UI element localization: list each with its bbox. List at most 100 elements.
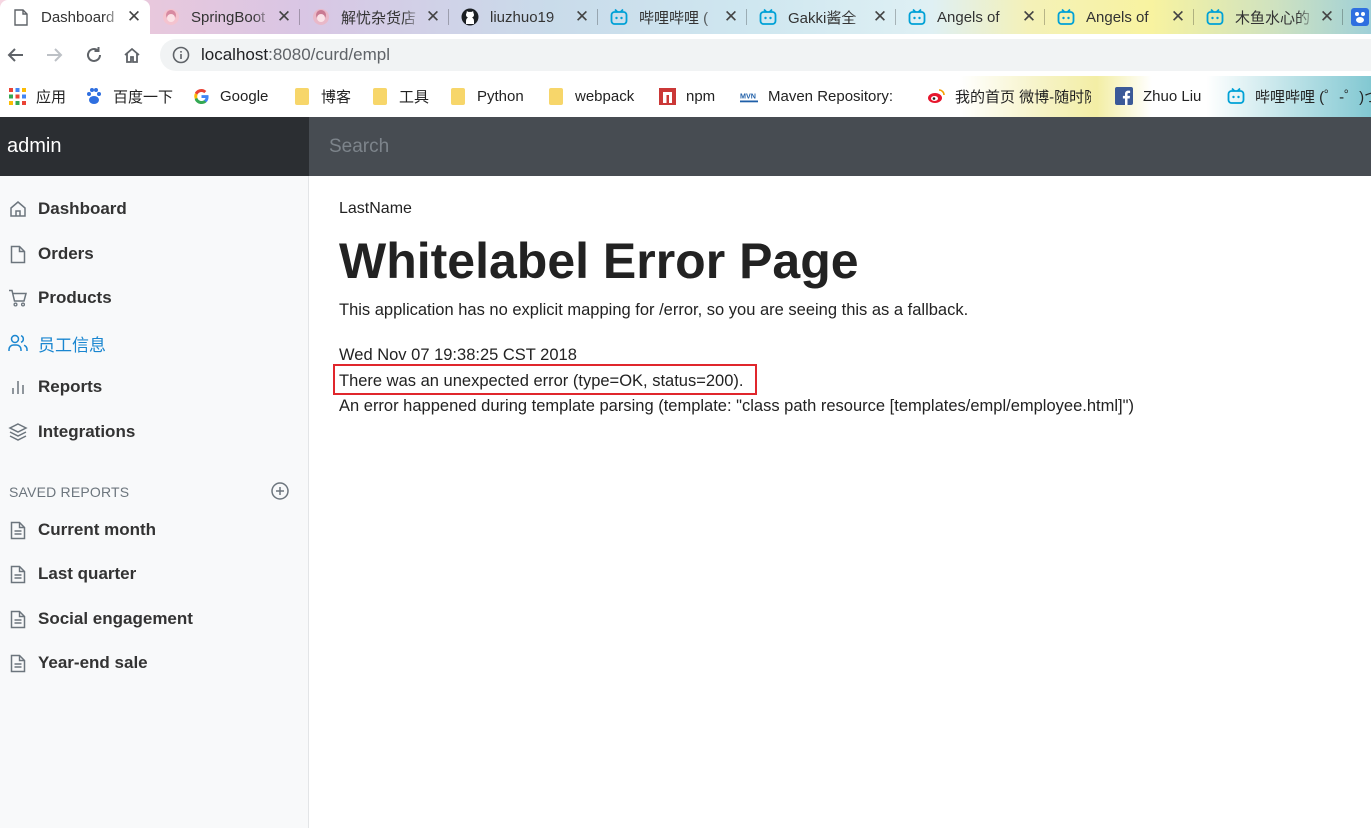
- baidu-icon: [1351, 8, 1369, 26]
- file-text-icon: [8, 609, 28, 629]
- file-icon: [8, 244, 28, 264]
- bookmark-label: Google: [220, 87, 269, 105]
- tab-muyu[interactable]: 木鱼水心的 ✕: [1194, 0, 1343, 34]
- tab-title: Angels of: [1086, 8, 1149, 26]
- weibo-icon: [927, 87, 945, 105]
- bookmark-label: 工具: [399, 88, 430, 106]
- close-tab-icon[interactable]: ✕: [124, 7, 144, 27]
- sidebar-item-reports[interactable]: Reports: [0, 367, 308, 407]
- npm-icon: [658, 87, 676, 105]
- tab-angels-1[interactable]: Angels of ✕: [896, 0, 1045, 34]
- bookmark-baidu[interactable]: 百度一下: [85, 84, 173, 108]
- facebook-icon: [1115, 87, 1133, 105]
- close-tab-icon[interactable]: ✕: [870, 7, 890, 27]
- arrow-right-icon: [47, 48, 63, 62]
- sidebar-item-current-month[interactable]: Current month: [0, 510, 308, 550]
- sidebar: Dashboard Orders Products 员工信息 Reports I…: [0, 176, 309, 828]
- google-icon: [192, 87, 210, 105]
- tab-title: SpringBoot: [191, 8, 266, 26]
- close-tab-icon[interactable]: ✕: [572, 7, 592, 27]
- bookmark-google[interactable]: Google: [192, 84, 268, 108]
- tab-title: Angels of: [937, 8, 1000, 26]
- bookmark-folder-blog[interactable]: 博客: [293, 84, 351, 108]
- forward-button[interactable]: [42, 43, 66, 67]
- sidebar-item-integrations[interactable]: Integrations: [0, 412, 308, 452]
- close-tab-icon[interactable]: ✕: [1317, 7, 1337, 27]
- browser-toolbar: localhost:8080/curd/empl: [0, 34, 1371, 76]
- users-icon: [8, 333, 28, 353]
- bookmark-npm[interactable]: npm: [658, 84, 715, 108]
- bar-chart-icon: [8, 377, 28, 397]
- bookmark-folder-python[interactable]: Python: [449, 84, 524, 108]
- sidebar-item-label: Dashboard: [38, 199, 127, 218]
- home-icon: [124, 47, 140, 63]
- plus-circle-icon: [271, 482, 289, 500]
- tab-title: 木鱼水心的: [1235, 9, 1311, 27]
- reload-button[interactable]: [82, 43, 106, 67]
- close-tab-icon[interactable]: ✕: [423, 7, 443, 27]
- bookmark-label: npm: [686, 87, 716, 105]
- sidebar-item-employees[interactable]: 员工信息: [0, 323, 308, 363]
- bookmark-facebook[interactable]: Zhuo Liu: [1115, 84, 1201, 108]
- sidebar-item-label: Last quarter: [38, 564, 137, 583]
- url-text[interactable]: localhost:8080/curd/empl: [201, 45, 390, 65]
- tab-gakki[interactable]: Gakki酱全 ✕: [747, 0, 896, 34]
- github-icon: [461, 8, 479, 26]
- bilibili-icon: [1057, 8, 1075, 26]
- tab-title: Gakki酱全: [788, 9, 857, 27]
- bookmark-apps[interactable]: 应用: [8, 84, 66, 108]
- folder-icon: [449, 87, 467, 105]
- sidebar-item-label: Integrations: [38, 422, 136, 441]
- bookmark-weibo[interactable]: 我的首页 微博-随时随: [927, 84, 1091, 108]
- bilibili-icon: [1206, 8, 1224, 26]
- anime-avatar-icon: [312, 8, 330, 26]
- sidebar-item-year-end-sale[interactable]: Year-end sale: [0, 643, 308, 683]
- tab-springboot[interactable]: SpringBoot ✕: [150, 0, 300, 34]
- folder-icon: [547, 87, 565, 105]
- bookmark-bilibili[interactable]: 哔哩哔哩 (゜-゜)つ: [1227, 84, 1371, 108]
- bookmark-folder-tools[interactable]: 工具: [371, 84, 429, 108]
- tab-dashboard[interactable]: Dashboard ✕: [0, 0, 150, 34]
- close-tab-icon[interactable]: ✕: [1168, 7, 1188, 27]
- svg-text:MVN: MVN: [740, 92, 756, 101]
- column-label: LastName: [339, 200, 412, 217]
- tab-title: 哔哩哔哩 (: [639, 9, 709, 27]
- address-bar[interactable]: localhost:8080/curd/empl: [160, 39, 1371, 71]
- file-text-icon: [8, 564, 28, 584]
- tab-jieyou[interactable]: 解忧杂货店 ✕: [300, 0, 449, 34]
- tab-bilibili[interactable]: 哔哩哔哩 ( ✕: [598, 0, 747, 34]
- bookmark-label: 哔哩哔哩 (゜-゜)つ: [1255, 88, 1371, 106]
- close-tab-icon[interactable]: ✕: [721, 7, 741, 27]
- search-input[interactable]: [309, 117, 1371, 176]
- bookmark-label: 博客: [321, 88, 352, 106]
- bookmark-label: Python: [477, 87, 524, 105]
- brand-title[interactable]: admin: [0, 117, 309, 176]
- close-tab-icon[interactable]: ✕: [1019, 7, 1039, 27]
- error-detail: An error happened during template parsin…: [339, 397, 1134, 415]
- home-button[interactable]: [120, 43, 144, 67]
- bookmark-label: 应用: [36, 88, 67, 106]
- sidebar-item-dashboard[interactable]: Dashboard: [0, 189, 308, 229]
- sidebar-item-orders[interactable]: Orders: [0, 234, 308, 274]
- highlight-box: [333, 364, 757, 395]
- tab-overflow[interactable]: [1343, 0, 1371, 34]
- add-report-button[interactable]: [270, 481, 290, 501]
- bilibili-icon: [908, 8, 926, 26]
- bookmark-folder-webpack[interactable]: webpack: [547, 84, 634, 108]
- close-tab-icon[interactable]: ✕: [274, 7, 294, 27]
- bookmark-label: 百度一下: [113, 88, 174, 106]
- layers-icon: [8, 422, 28, 442]
- tab-angels-2[interactable]: Angels of ✕: [1045, 0, 1194, 34]
- sidebar-item-social-engagement[interactable]: Social engagement: [0, 599, 308, 639]
- bilibili-icon: [759, 8, 777, 26]
- main-content: LastName Whitelabel Error Page This appl…: [339, 176, 1339, 828]
- sidebar-item-products[interactable]: Products: [0, 278, 308, 318]
- bilibili-icon: [1227, 87, 1245, 105]
- tab-github[interactable]: liuzhuo19 ✕: [449, 0, 598, 34]
- sidebar-item-last-quarter[interactable]: Last quarter: [0, 554, 308, 594]
- shopping-cart-icon: [8, 288, 28, 308]
- back-button[interactable]: [4, 43, 28, 67]
- bookmark-maven[interactable]: MVN Maven Repository:: [740, 84, 893, 108]
- sidebar-item-label: Social engagement: [38, 609, 193, 628]
- document-icon: [12, 8, 30, 26]
